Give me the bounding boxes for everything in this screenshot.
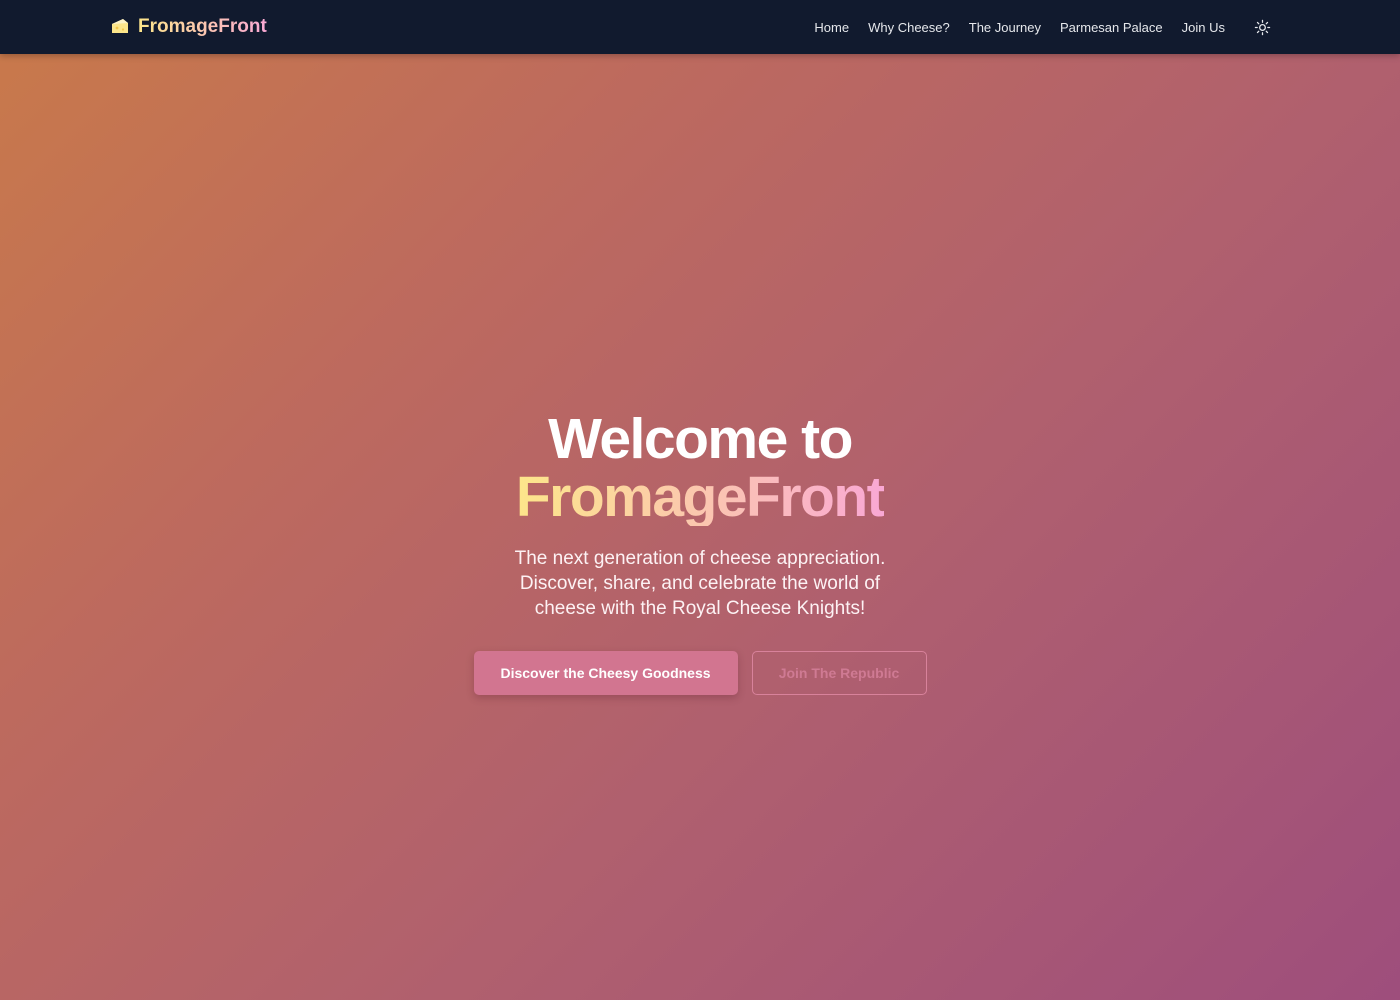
- hero-title-brand: FromageFront: [515, 465, 886, 529]
- brand-logo-link[interactable]: FromageFront: [110, 0, 267, 54]
- nav-link-why-cheese[interactable]: Why Cheese?: [868, 20, 950, 35]
- hero-actions: Discover the Cheesy Goodness Join The Re…: [473, 651, 927, 695]
- nav-link-the-journey[interactable]: The Journey: [969, 20, 1041, 35]
- nav-link-join-us[interactable]: Join Us: [1182, 20, 1225, 35]
- nav-link-parmesan-palace[interactable]: Parmesan Palace: [1060, 20, 1163, 35]
- brand-name: FromageFront: [138, 16, 267, 37]
- hero-subtitle: The next generation of cheese appreciati…: [514, 548, 886, 619]
- nav-links: Home Why Cheese? The Journey Parmesan Pa…: [814, 0, 1272, 54]
- hero-title: Welcome to FromageFront: [515, 407, 886, 529]
- hero-section: Welcome to FromageFront The next generat…: [0, 54, 1400, 1000]
- navbar: FromageFront Home Why Cheese? The Journe…: [0, 0, 1400, 54]
- hero-title-welcome: Welcome to: [548, 407, 853, 471]
- discover-button[interactable]: Discover the Cheesy Goodness: [473, 651, 738, 695]
- cheese-icon: [110, 17, 130, 37]
- nav-link-home[interactable]: Home: [814, 20, 849, 35]
- sun-icon: [1254, 19, 1270, 35]
- join-republic-button[interactable]: Join The Republic: [751, 651, 927, 695]
- theme-toggle-button[interactable]: [1252, 17, 1272, 37]
